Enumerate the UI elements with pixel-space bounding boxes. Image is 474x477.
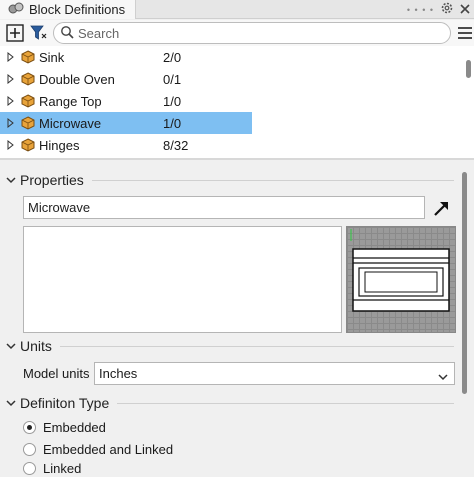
block-definitions-list: Sink 2/0 Double Oven 0/1 Range Top 1/0 M… xyxy=(0,46,474,158)
block-name: Double Oven xyxy=(39,71,115,87)
description-field[interactable] xyxy=(23,226,342,333)
microwave-preview-image xyxy=(350,229,450,312)
radio-button[interactable] xyxy=(23,461,36,475)
blocks-icon xyxy=(8,2,24,17)
radio-label: Linked xyxy=(43,460,82,476)
block-count: 8/32 xyxy=(163,137,189,153)
tab-block-definitions[interactable]: Block Definitions xyxy=(0,0,136,19)
close-icon[interactable] xyxy=(460,3,470,17)
expand-arrow-icon[interactable] xyxy=(7,96,15,106)
tree-row-double-oven[interactable]: Double Oven 0/1 xyxy=(0,68,252,90)
plus-icon xyxy=(6,24,24,42)
block-icon xyxy=(21,116,35,130)
block-count: 1/0 xyxy=(163,115,182,131)
add-block-button[interactable] xyxy=(4,22,26,44)
block-name: Hinges xyxy=(39,137,80,153)
tree-row-hinges[interactable]: Hinges 8/32 xyxy=(0,134,252,156)
tree-row-microwave[interactable]: Microwave 1/0 xyxy=(0,112,252,134)
section-title: Properties xyxy=(20,172,84,188)
section-divider xyxy=(59,345,454,347)
list-scrollbar[interactable] xyxy=(466,60,471,78)
block-icon xyxy=(21,138,35,152)
expand-arrow-icon[interactable] xyxy=(7,140,15,150)
search-icon xyxy=(60,25,74,42)
radio-label: Embedded and Linked xyxy=(43,441,174,457)
block-icon xyxy=(21,94,35,108)
chevron-down-icon xyxy=(438,369,448,384)
splitter[interactable] xyxy=(0,158,474,160)
block-preview xyxy=(346,226,456,333)
section-divider xyxy=(117,402,454,404)
section-title: Units xyxy=(20,338,52,354)
radio-button[interactable] xyxy=(23,420,36,434)
block-name: Microwave xyxy=(39,115,102,131)
open-block-button[interactable] xyxy=(432,198,452,218)
tab-label: Block Definitions xyxy=(29,2,126,17)
section-divider xyxy=(91,179,454,181)
chevron-down-icon xyxy=(6,176,16,184)
hamburger-menu-icon xyxy=(458,27,472,39)
radio-embedded[interactable]: Embedded xyxy=(23,418,106,436)
block-icon xyxy=(21,50,35,64)
toolbar xyxy=(0,20,474,46)
menu-button[interactable] xyxy=(454,22,474,44)
block-icon xyxy=(21,72,35,86)
block-name-field[interactable] xyxy=(23,196,425,219)
model-units-label: Model units xyxy=(23,366,90,381)
radio-linked[interactable]: Linked xyxy=(23,459,81,477)
units-section-header[interactable]: Units xyxy=(0,335,460,357)
filter-button[interactable] xyxy=(28,22,50,44)
filter-icon xyxy=(30,25,47,40)
radio-embedded-and-linked[interactable]: Embedded and Linked xyxy=(23,440,173,458)
expand-arrow-icon[interactable] xyxy=(7,118,15,128)
radio-label: Embedded xyxy=(43,419,106,435)
search-input[interactable] xyxy=(78,25,418,41)
section-title: Definiton Type xyxy=(20,395,110,411)
block-count: 1/0 xyxy=(163,93,182,109)
radio-button[interactable] xyxy=(23,442,36,456)
panel-titlebar: Block Definitions • • • • xyxy=(0,0,474,19)
more-dots-icon: • • • • xyxy=(406,4,434,15)
tree-row-range-top[interactable]: Range Top 1/0 xyxy=(0,90,252,112)
definition-type-section-header[interactable]: Definiton Type xyxy=(0,392,460,414)
block-name: Range Top xyxy=(39,93,102,109)
properties-scrollbar[interactable] xyxy=(462,172,467,394)
search-box[interactable] xyxy=(53,22,451,44)
expand-arrow-icon[interactable] xyxy=(7,52,15,62)
block-count: 2/0 xyxy=(163,49,182,65)
properties-section-header[interactable]: Properties xyxy=(0,169,460,191)
model-units-value: Inches xyxy=(99,366,138,381)
arrow-up-right-icon xyxy=(434,202,448,216)
chevron-down-icon xyxy=(6,342,16,350)
chevron-down-icon xyxy=(6,399,16,407)
gear-icon[interactable] xyxy=(440,1,454,18)
block-name: Sink xyxy=(39,49,65,65)
block-count: 0/1 xyxy=(163,71,182,87)
tree-row-sink[interactable]: Sink 2/0 xyxy=(0,46,252,68)
model-units-select[interactable]: Inches xyxy=(94,362,455,385)
expand-arrow-icon[interactable] xyxy=(7,74,15,84)
